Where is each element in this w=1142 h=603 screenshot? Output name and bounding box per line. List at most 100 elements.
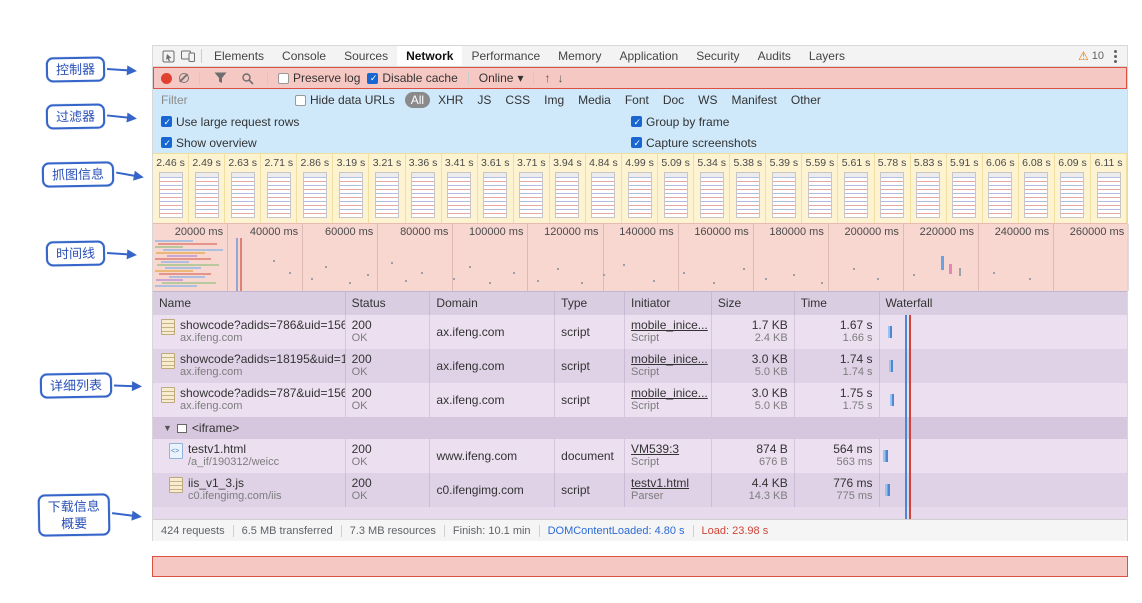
filmstrip-frame[interactable]: 5.61 s xyxy=(838,154,875,223)
filmstrip-frame[interactable]: 5.39 s xyxy=(766,154,803,223)
filter-type-pill[interactable]: All xyxy=(404,92,431,108)
filmstrip-frame[interactable]: 2.63 s xyxy=(225,154,262,223)
devtools-tab[interactable]: Security xyxy=(687,46,748,66)
filmstrip-frame[interactable]: 5.59 s xyxy=(802,154,839,223)
filmstrip-frame[interactable]: 2.71 s xyxy=(261,154,298,223)
column-header[interactable]: Domain xyxy=(430,292,556,315)
filmstrip-frame[interactable]: 3.36 s xyxy=(406,154,442,223)
frame-thumbnail xyxy=(555,172,580,218)
devtools-tab[interactable]: Performance xyxy=(462,46,549,66)
preserve-log-checkbox[interactable]: Preserve log xyxy=(278,71,360,85)
filter-type-pill[interactable]: Font xyxy=(619,92,655,108)
filmstrip-frame[interactable]: 3.19 s xyxy=(333,154,370,223)
network-overview[interactable]: 20000 ms 40000 ms 60000 ms 80000 ms 100000 m… xyxy=(153,223,1130,291)
filmstrip-frame[interactable]: 6.08 s xyxy=(1019,154,1055,223)
filter-type-pill[interactable]: WS xyxy=(692,92,723,108)
devtools-tab[interactable]: Network xyxy=(397,46,463,66)
hide-data-urls-checkbox[interactable]: Hide data URLs xyxy=(295,93,395,107)
frame-thumbnail xyxy=(627,172,652,218)
filmstrip-frame[interactable]: 6.06 s xyxy=(983,154,1019,223)
devtools-tab[interactable]: Elements xyxy=(205,46,273,66)
frame-timestamp: 6.06 s xyxy=(986,157,1015,169)
show-overview-label: Show overview xyxy=(176,135,257,150)
column-header[interactable]: Name xyxy=(153,292,346,315)
column-header[interactable]: Status xyxy=(346,292,431,315)
preserve-log-label: Preserve log xyxy=(293,71,361,85)
column-header[interactable]: Waterfall xyxy=(880,292,1127,315)
initiator-link[interactable]: testv1.html xyxy=(631,476,705,490)
filmstrip-frame[interactable]: 5.38 s xyxy=(730,154,767,223)
devtools-tab[interactable]: Sources xyxy=(335,46,397,66)
column-header[interactable]: Size xyxy=(712,292,795,315)
filter-type-pill[interactable]: Other xyxy=(785,92,827,108)
filmstrip-frame[interactable]: 4.84 s xyxy=(586,154,623,223)
table-row[interactable]: showcode?adids=786&uid=1565... ax.ifeng.… xyxy=(153,315,1127,349)
table-row[interactable]: showcode?adids=18195&uid=15... ax.ifeng.… xyxy=(153,349,1127,383)
initiator-link[interactable]: VM539:3 xyxy=(631,442,705,456)
filter-type-pill[interactable]: Doc xyxy=(657,92,690,108)
warning-badge[interactable]: ⚠ 10 xyxy=(1078,50,1104,62)
devtools-tab[interactable]: Layers xyxy=(800,46,854,66)
more-options-icon[interactable] xyxy=(1112,48,1119,65)
filmstrip-frame[interactable]: 5.83 s xyxy=(911,154,947,223)
filmstrip-frame[interactable]: 3.71 s xyxy=(514,154,550,223)
filmstrip-frame[interactable]: 3.41 s xyxy=(442,154,478,223)
filmstrip-frame[interactable]: 5.34 s xyxy=(694,154,731,223)
filmstrip-frame[interactable]: 5.91 s xyxy=(947,154,983,223)
initiator-link[interactable]: mobile_inice... xyxy=(631,386,708,400)
filter-type-pill[interactable]: CSS xyxy=(499,92,536,108)
devtools-tab[interactable]: Audits xyxy=(749,46,800,66)
clear-button[interactable] xyxy=(179,73,189,83)
waterfall-cell xyxy=(880,315,1127,349)
show-overview-checkbox[interactable]: Show overview xyxy=(161,136,257,150)
hide-data-urls-label: Hide data URLs xyxy=(310,93,395,107)
record-button[interactable] xyxy=(161,72,172,84)
request-type: script xyxy=(561,393,590,407)
filmstrip-frame[interactable]: 6.09 s xyxy=(1055,154,1092,223)
devtools-tab[interactable]: Console xyxy=(273,46,335,66)
filmstrip-frame[interactable]: 3.94 s xyxy=(550,154,586,223)
initiator-link[interactable]: mobile_inice... xyxy=(631,352,708,366)
filmstrip-frame[interactable]: 2.86 s xyxy=(297,154,334,223)
filter-type-pill[interactable]: Media xyxy=(572,92,617,108)
column-header[interactable]: Type xyxy=(555,292,626,315)
throttling-dropdown[interactable]: Online ▾ xyxy=(479,71,524,85)
device-toolbar-icon[interactable] xyxy=(178,48,198,64)
export-har-icon[interactable]: ↓ xyxy=(557,72,563,84)
column-header[interactable]: Time xyxy=(795,292,880,315)
collapse-triangle-icon[interactable]: ▼ xyxy=(163,423,172,433)
filmstrip-frame[interactable]: 2.49 s xyxy=(189,154,226,223)
group-by-frame-checkbox[interactable]: Group by frame xyxy=(631,115,729,129)
devtools-tab[interactable]: Memory xyxy=(549,46,610,66)
filter-type-pill[interactable]: Manifest xyxy=(726,92,783,108)
capture-screenshots-checkbox[interactable]: Capture screenshots xyxy=(631,136,757,150)
filmstrip-frame[interactable]: 5.78 s xyxy=(875,154,911,223)
filmstrip-frame[interactable]: 3.61 s xyxy=(478,154,514,223)
import-har-icon[interactable]: ↑ xyxy=(544,72,550,84)
frame-group-row[interactable]: ▼ <iframe> xyxy=(153,417,1127,439)
devtools-tab[interactable]: Application xyxy=(610,46,687,66)
table-row[interactable]: iis_v1_3.js c0.ifengimg.com/iis 200 OK c0… xyxy=(153,473,1127,507)
filter-input[interactable] xyxy=(161,93,289,107)
frame-thumbnail xyxy=(880,172,905,218)
frame-timestamp: 3.19 s xyxy=(336,157,366,169)
initiator-link[interactable]: mobile_inice... xyxy=(631,318,708,332)
table-row[interactable]: showcode?adids=787&uid=1565... ax.ifeng.… xyxy=(153,383,1127,417)
disable-cache-checkbox[interactable]: Disable cache xyxy=(367,71,458,85)
filmstrip-frame[interactable]: 4.99 s xyxy=(622,154,659,223)
filmstrip-frame[interactable]: 2.46 s xyxy=(153,154,190,223)
use-large-request-rows-checkbox[interactable]: Use large request rows xyxy=(161,115,299,129)
filter-type-pill[interactable]: Img xyxy=(538,92,570,108)
filmstrip-frame[interactable]: 5.09 s xyxy=(658,154,695,223)
waterfall-bar xyxy=(887,326,892,338)
filter-type-pill[interactable]: JS xyxy=(471,92,497,108)
column-header[interactable]: Initiator xyxy=(625,292,712,315)
frame-timestamp: 5.61 s xyxy=(841,157,871,169)
filter-toggle-icon[interactable] xyxy=(210,70,230,86)
inspect-element-icon[interactable] xyxy=(158,48,178,64)
filmstrip-frame[interactable]: 6.11 s xyxy=(1091,154,1128,223)
search-icon[interactable] xyxy=(237,70,257,86)
filmstrip-frame[interactable]: 3.21 s xyxy=(369,154,406,223)
table-row[interactable]: testv1.html /a_if/190312/weicc 200OK www… xyxy=(153,439,1127,473)
filter-type-pill[interactable]: XHR xyxy=(432,92,469,108)
